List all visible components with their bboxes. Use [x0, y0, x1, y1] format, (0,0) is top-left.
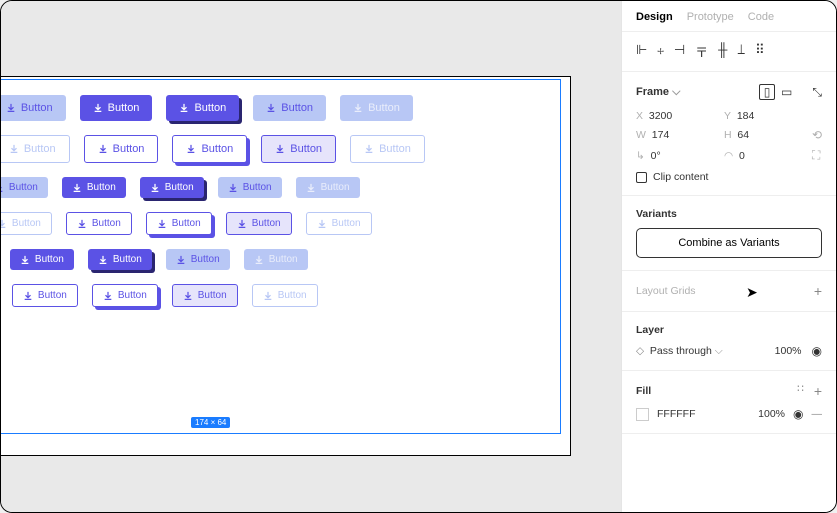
layer-title: Layer	[636, 324, 822, 336]
fill-hex[interactable]: FFFFFF	[657, 408, 695, 420]
portrait-icon[interactable]: ▯	[759, 84, 775, 100]
align-top-icon[interactable]: 〒	[695, 42, 708, 61]
landscape-icon[interactable]: ▭	[781, 85, 792, 99]
button-component[interactable]: Button	[340, 95, 413, 121]
button-component[interactable]: Button	[166, 95, 239, 121]
align-bottom-icon[interactable]: ⟘	[737, 42, 745, 61]
tab-code[interactable]: Code	[748, 11, 774, 23]
x-label: X	[636, 110, 643, 122]
layout-grids-title: Layout Grids	[636, 285, 696, 297]
tab-prototype[interactable]: Prototype	[687, 11, 734, 23]
clip-content-checkbox[interactable]	[636, 172, 647, 183]
h-value[interactable]: 64	[737, 129, 749, 141]
layer-visibility-icon[interactable]: ◉	[812, 344, 822, 358]
button-component[interactable]: Button	[1, 95, 66, 121]
button-component[interactable]: Button	[226, 212, 292, 235]
button-grid: ButtonButtonButtonButtonButtonButtonButt…	[1, 77, 570, 325]
button-component[interactable]: Button	[84, 135, 159, 163]
button-component[interactable]: Button	[172, 284, 238, 307]
button-component[interactable]: Button	[166, 249, 230, 270]
fill-title: Fill	[636, 385, 651, 397]
corners-icon[interactable]: ⛶	[812, 148, 822, 163]
button-component[interactable]: Button	[252, 284, 318, 307]
fill-opacity[interactable]: 100%	[758, 408, 785, 420]
button-component[interactable]: Button	[218, 177, 282, 198]
x-value[interactable]: 3200	[649, 110, 672, 122]
button-component[interactable]: Button	[66, 212, 132, 235]
design-frame[interactable]: ButtonButtonButtonButtonButtonButtonButt…	[1, 76, 571, 456]
tab-design[interactable]: Design	[636, 11, 673, 23]
radius-label: ◠	[724, 150, 733, 162]
remove-fill-icon[interactable]: —	[812, 408, 823, 420]
button-component[interactable]: Button	[88, 249, 152, 270]
button-component[interactable]: Button	[1, 135, 70, 163]
radius-value[interactable]: 0	[739, 150, 745, 162]
button-component[interactable]: Button	[306, 212, 372, 235]
w-value[interactable]: 174	[652, 129, 670, 141]
w-label: W	[636, 129, 646, 141]
link-wh-icon[interactable]: ⟲	[812, 128, 822, 142]
button-component[interactable]: Button	[92, 284, 158, 307]
button-component[interactable]: Button	[62, 177, 126, 198]
button-component[interactable]: Button	[1, 177, 48, 198]
fill-swatch[interactable]	[636, 408, 649, 421]
layout-grids-section: Layout Grids +	[622, 271, 836, 312]
frame-section: Frame ⌵ ▯ ▭ ⤡ X 3200 Y 184 W 174 H 64 ⟲ …	[622, 72, 836, 196]
align-vcenter-icon[interactable]: ╫	[718, 42, 727, 61]
align-left-icon[interactable]: ⊩	[636, 42, 647, 61]
frame-type[interactable]: Frame ⌵	[636, 86, 680, 98]
variants-title: Variants	[636, 208, 822, 220]
button-component[interactable]: Button	[261, 135, 336, 163]
align-right-icon[interactable]: ⊣	[674, 42, 685, 61]
fill-section: Fill ∷ + FFFFFF 100% ◉ —	[622, 371, 836, 434]
button-component[interactable]: Button	[1, 212, 52, 235]
button-component[interactable]: Button	[80, 95, 153, 121]
button-component[interactable]: Button	[12, 284, 78, 307]
y-label: Y	[724, 110, 731, 122]
clip-content-label: Clip content	[653, 171, 708, 183]
rotation-label: ↳	[636, 150, 645, 162]
button-component[interactable]: Button	[10, 249, 74, 270]
button-component[interactable]: Button	[172, 135, 247, 163]
variants-section: Variants Combine as Variants	[622, 196, 836, 271]
properties-panel: Design Prototype Code ⊩ ⧾ ⊣ 〒 ╫ ⟘ ⠿ Fram…	[621, 1, 836, 512]
rotation-value[interactable]: 0°	[651, 150, 661, 162]
button-component[interactable]: Button	[350, 135, 425, 163]
distribute-icon[interactable]: ⠿	[755, 42, 765, 61]
button-component[interactable]: Button	[140, 177, 204, 198]
fill-styles-icon[interactable]: ∷	[797, 383, 804, 399]
y-value[interactable]: 184	[737, 110, 755, 122]
fill-visibility-icon[interactable]: ◉	[793, 407, 803, 421]
button-component[interactable]: Button	[146, 212, 212, 235]
resize-fit-icon[interactable]: ⤡	[812, 85, 822, 100]
add-fill-icon[interactable]: +	[814, 383, 822, 399]
canvas[interactable]: ButtonButtonButtonButtonButtonButtonButt…	[1, 1, 621, 512]
layer-opacity[interactable]: 100%	[775, 345, 802, 357]
layer-section: Layer ◇ Pass through ⌵ 100% ◉	[622, 312, 836, 371]
add-layout-grid-icon[interactable]: +	[814, 283, 822, 299]
blend-mode[interactable]: ◇ Pass through ⌵	[636, 345, 723, 358]
h-label: H	[724, 129, 732, 141]
button-component[interactable]: Button	[253, 95, 326, 121]
app-window: ButtonButtonButtonButtonButtonButtonButt…	[0, 0, 837, 513]
combine-variants-button[interactable]: Combine as Variants	[636, 228, 822, 258]
button-component[interactable]: Button	[244, 249, 308, 270]
selection-size-badge: 174 × 64	[191, 417, 230, 428]
button-component[interactable]: Button	[296, 177, 360, 198]
panel-tabs: Design Prototype Code	[622, 1, 836, 31]
align-tools: ⊩ ⧾ ⊣ 〒 ╫ ⟘ ⠿	[622, 31, 836, 72]
align-hcenter-icon[interactable]: ⧾	[657, 42, 664, 61]
